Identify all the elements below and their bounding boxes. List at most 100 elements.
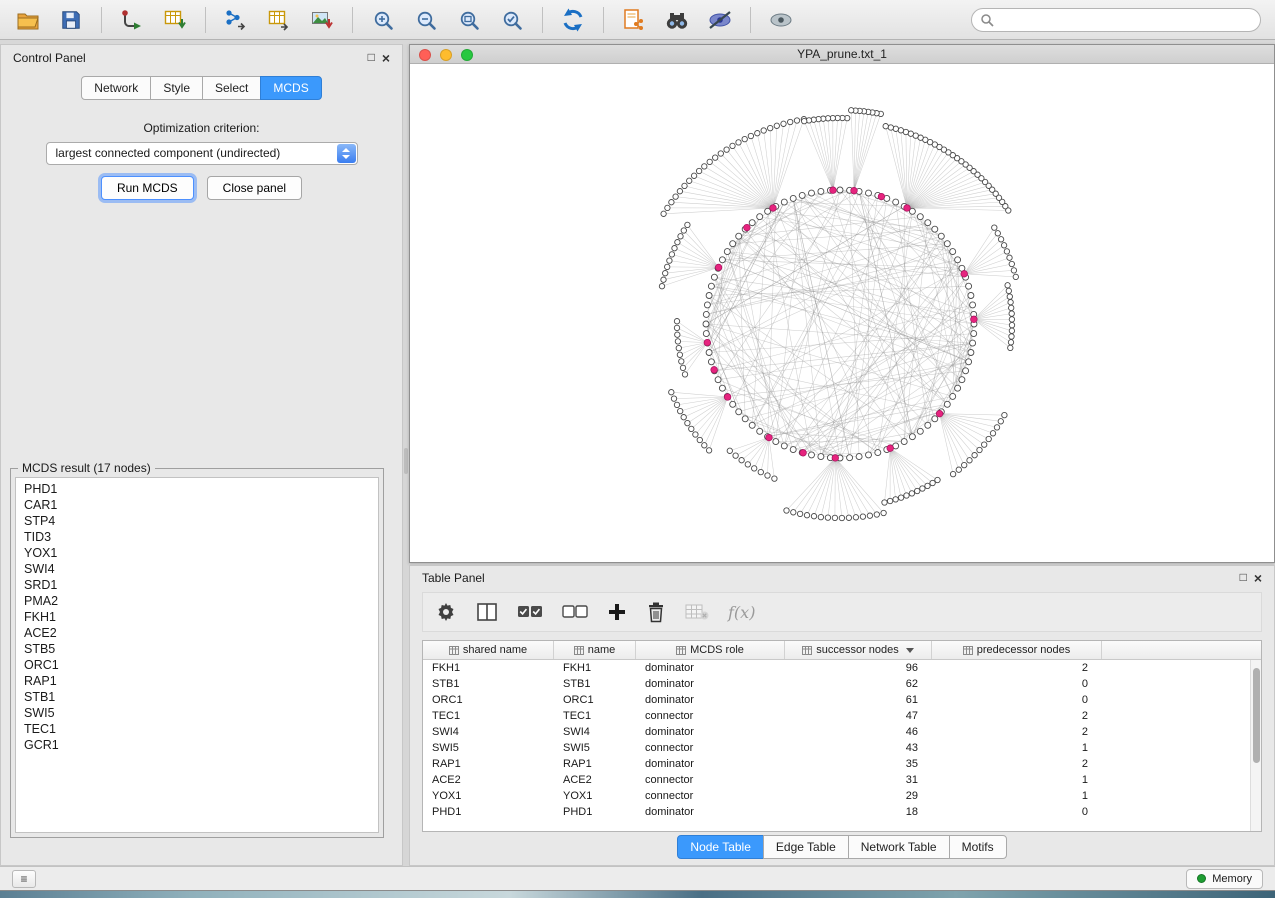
tab-node-table[interactable]: Node Table (677, 835, 764, 859)
tab-network-table[interactable]: Network Table (848, 835, 950, 859)
export-document-button[interactable] (616, 4, 652, 36)
run-mcds-button[interactable]: Run MCDS (101, 176, 194, 200)
cell-predecessor-nodes: 1 (932, 774, 1102, 786)
zoom-fit-button[interactable] (451, 4, 487, 36)
import-table-button[interactable] (157, 4, 193, 36)
mcds-result-item[interactable]: ACE2 (16, 625, 378, 641)
tab-motifs[interactable]: Motifs (949, 835, 1007, 859)
mcds-result-item[interactable]: SWI5 (16, 705, 378, 721)
table-row[interactable]: TEC1TEC1connector472 (423, 708, 1261, 724)
analyzer-button[interactable] (702, 4, 738, 36)
table-row[interactable]: STB1STB1dominator620 (423, 676, 1261, 692)
cell-name: ACE2 (554, 774, 636, 786)
search-input[interactable] (999, 12, 1252, 28)
mcds-result-item[interactable]: GCR1 (16, 737, 378, 753)
cell-successor-nodes: 43 (785, 742, 932, 754)
column-header-MCDS-role[interactable]: MCDS role (636, 641, 785, 659)
table-scrollbar-thumb[interactable] (1253, 668, 1260, 763)
column-header-name[interactable]: name (554, 641, 636, 659)
column-header-shared-name[interactable]: shared name (423, 641, 554, 659)
search-neighbors-button[interactable] (659, 4, 695, 36)
show-hide-button[interactable] (763, 4, 799, 36)
zoom-in-button[interactable] (365, 4, 401, 36)
node-table-body: FKH1FKH1dominator962STB1STB1dominator620… (423, 660, 1261, 820)
close-panel-button[interactable]: Close panel (207, 176, 302, 200)
minimize-traffic-light-icon[interactable] (440, 49, 452, 61)
clear-table-button[interactable] (685, 603, 709, 621)
cell-MCDS-role: dominator (636, 726, 785, 738)
save-session-button[interactable] (53, 4, 89, 36)
zoom-selected-button[interactable] (494, 4, 530, 36)
zoom-out-button[interactable] (408, 4, 444, 36)
close-traffic-light-icon[interactable] (419, 49, 431, 61)
table-row[interactable]: ORC1ORC1dominator610 (423, 692, 1261, 708)
network-canvas[interactable] (410, 65, 1274, 562)
cell-predecessor-nodes: 0 (932, 694, 1102, 706)
tab-style[interactable]: Style (150, 76, 203, 100)
mcds-result-item[interactable]: YOX1 (16, 545, 378, 561)
mcds-result-item[interactable]: TEC1 (16, 721, 378, 737)
cell-shared-name: ORC1 (423, 694, 554, 706)
table-panel: Table Panel □ × f(x) shared (409, 565, 1275, 866)
float-table-panel-icon[interactable]: □ (1240, 571, 1247, 585)
table-row[interactable]: SWI4SWI4dominator462 (423, 724, 1261, 740)
table-row[interactable]: SWI5SWI5connector431 (423, 740, 1261, 756)
table-row[interactable]: YOX1YOX1connector291 (423, 788, 1261, 804)
mcds-result-item[interactable]: PHD1 (16, 481, 378, 497)
delete-column-button[interactable] (646, 601, 666, 623)
mcds-result-item[interactable]: CAR1 (16, 497, 378, 513)
mcds-result-item[interactable]: PMA2 (16, 593, 378, 609)
export-image-button[interactable] (304, 4, 340, 36)
close-table-panel-icon[interactable]: × (1254, 571, 1262, 585)
mcds-result-item[interactable]: SRD1 (16, 577, 378, 593)
mcds-result-item[interactable]: STB1 (16, 689, 378, 705)
grid-clear-icon (685, 603, 709, 621)
mcds-result-item[interactable]: ORC1 (16, 657, 378, 673)
close-panel-icon[interactable]: × (382, 51, 390, 65)
cell-name: SWI5 (554, 742, 636, 754)
mcds-result-item[interactable]: SWI4 (16, 561, 378, 577)
document-share-icon (622, 8, 646, 32)
create-column-button[interactable] (607, 602, 627, 622)
table-settings-button[interactable] (435, 601, 457, 623)
table-row[interactable]: FKH1FKH1dominator962 (423, 660, 1261, 676)
show-columns-button[interactable] (476, 602, 498, 622)
mcds-result-list[interactable]: PHD1CAR1STP4TID3YOX1SWI4SRD1PMA2FKH1ACE2… (15, 477, 379, 833)
table-row[interactable]: PHD1PHD1dominator180 (423, 804, 1261, 820)
tab-select[interactable]: Select (202, 76, 261, 100)
tab-edge-table[interactable]: Edge Table (763, 835, 849, 859)
tab-network[interactable]: Network (81, 76, 151, 100)
mcds-result-item[interactable]: STP4 (16, 513, 378, 529)
mcds-result-item[interactable]: STB5 (16, 641, 378, 657)
search-box[interactable] (971, 8, 1261, 32)
deselect-all-columns-button[interactable] (562, 603, 588, 621)
export-network-button[interactable] (218, 4, 254, 36)
table-scrollbar[interactable] (1250, 660, 1261, 831)
export-table-button[interactable] (261, 4, 297, 36)
table-row[interactable]: RAP1RAP1dominator352 (423, 756, 1261, 772)
float-panel-icon[interactable]: □ (368, 51, 375, 65)
mcds-result-item[interactable]: RAP1 (16, 673, 378, 689)
tab-mcds[interactable]: MCDS (260, 76, 321, 100)
cell-shared-name: SWI4 (423, 726, 554, 738)
table-row[interactable]: ACE2ACE2connector311 (423, 772, 1261, 788)
mcds-result-item[interactable]: FKH1 (16, 609, 378, 625)
mcds-result-item[interactable]: TID3 (16, 529, 378, 545)
function-builder-button[interactable]: f(x) (728, 603, 755, 622)
cell-predecessor-nodes: 0 (932, 678, 1102, 690)
task-history-button[interactable]: ≡ (12, 870, 36, 888)
memory-button[interactable]: Memory (1186, 869, 1263, 889)
criterion-dropdown[interactable]: largest connected component (undirected) (46, 142, 358, 165)
network-window-titlebar[interactable]: YPA_prune.txt_1 (410, 45, 1274, 64)
column-header-predecessor-nodes[interactable]: predecessor nodes (932, 641, 1102, 659)
import-network-button[interactable] (114, 4, 150, 36)
column-header-successor-nodes[interactable]: successor nodes (785, 641, 932, 659)
select-all-columns-button[interactable] (517, 603, 543, 621)
open-file-button[interactable] (10, 4, 46, 36)
cell-MCDS-role: dominator (636, 662, 785, 674)
maximize-traffic-light-icon[interactable] (461, 49, 473, 61)
refresh-button[interactable] (555, 4, 591, 36)
dropdown-stepper-icon[interactable] (337, 144, 356, 163)
column-header-label: shared name (463, 644, 527, 656)
splitter-handle[interactable] (404, 448, 408, 474)
